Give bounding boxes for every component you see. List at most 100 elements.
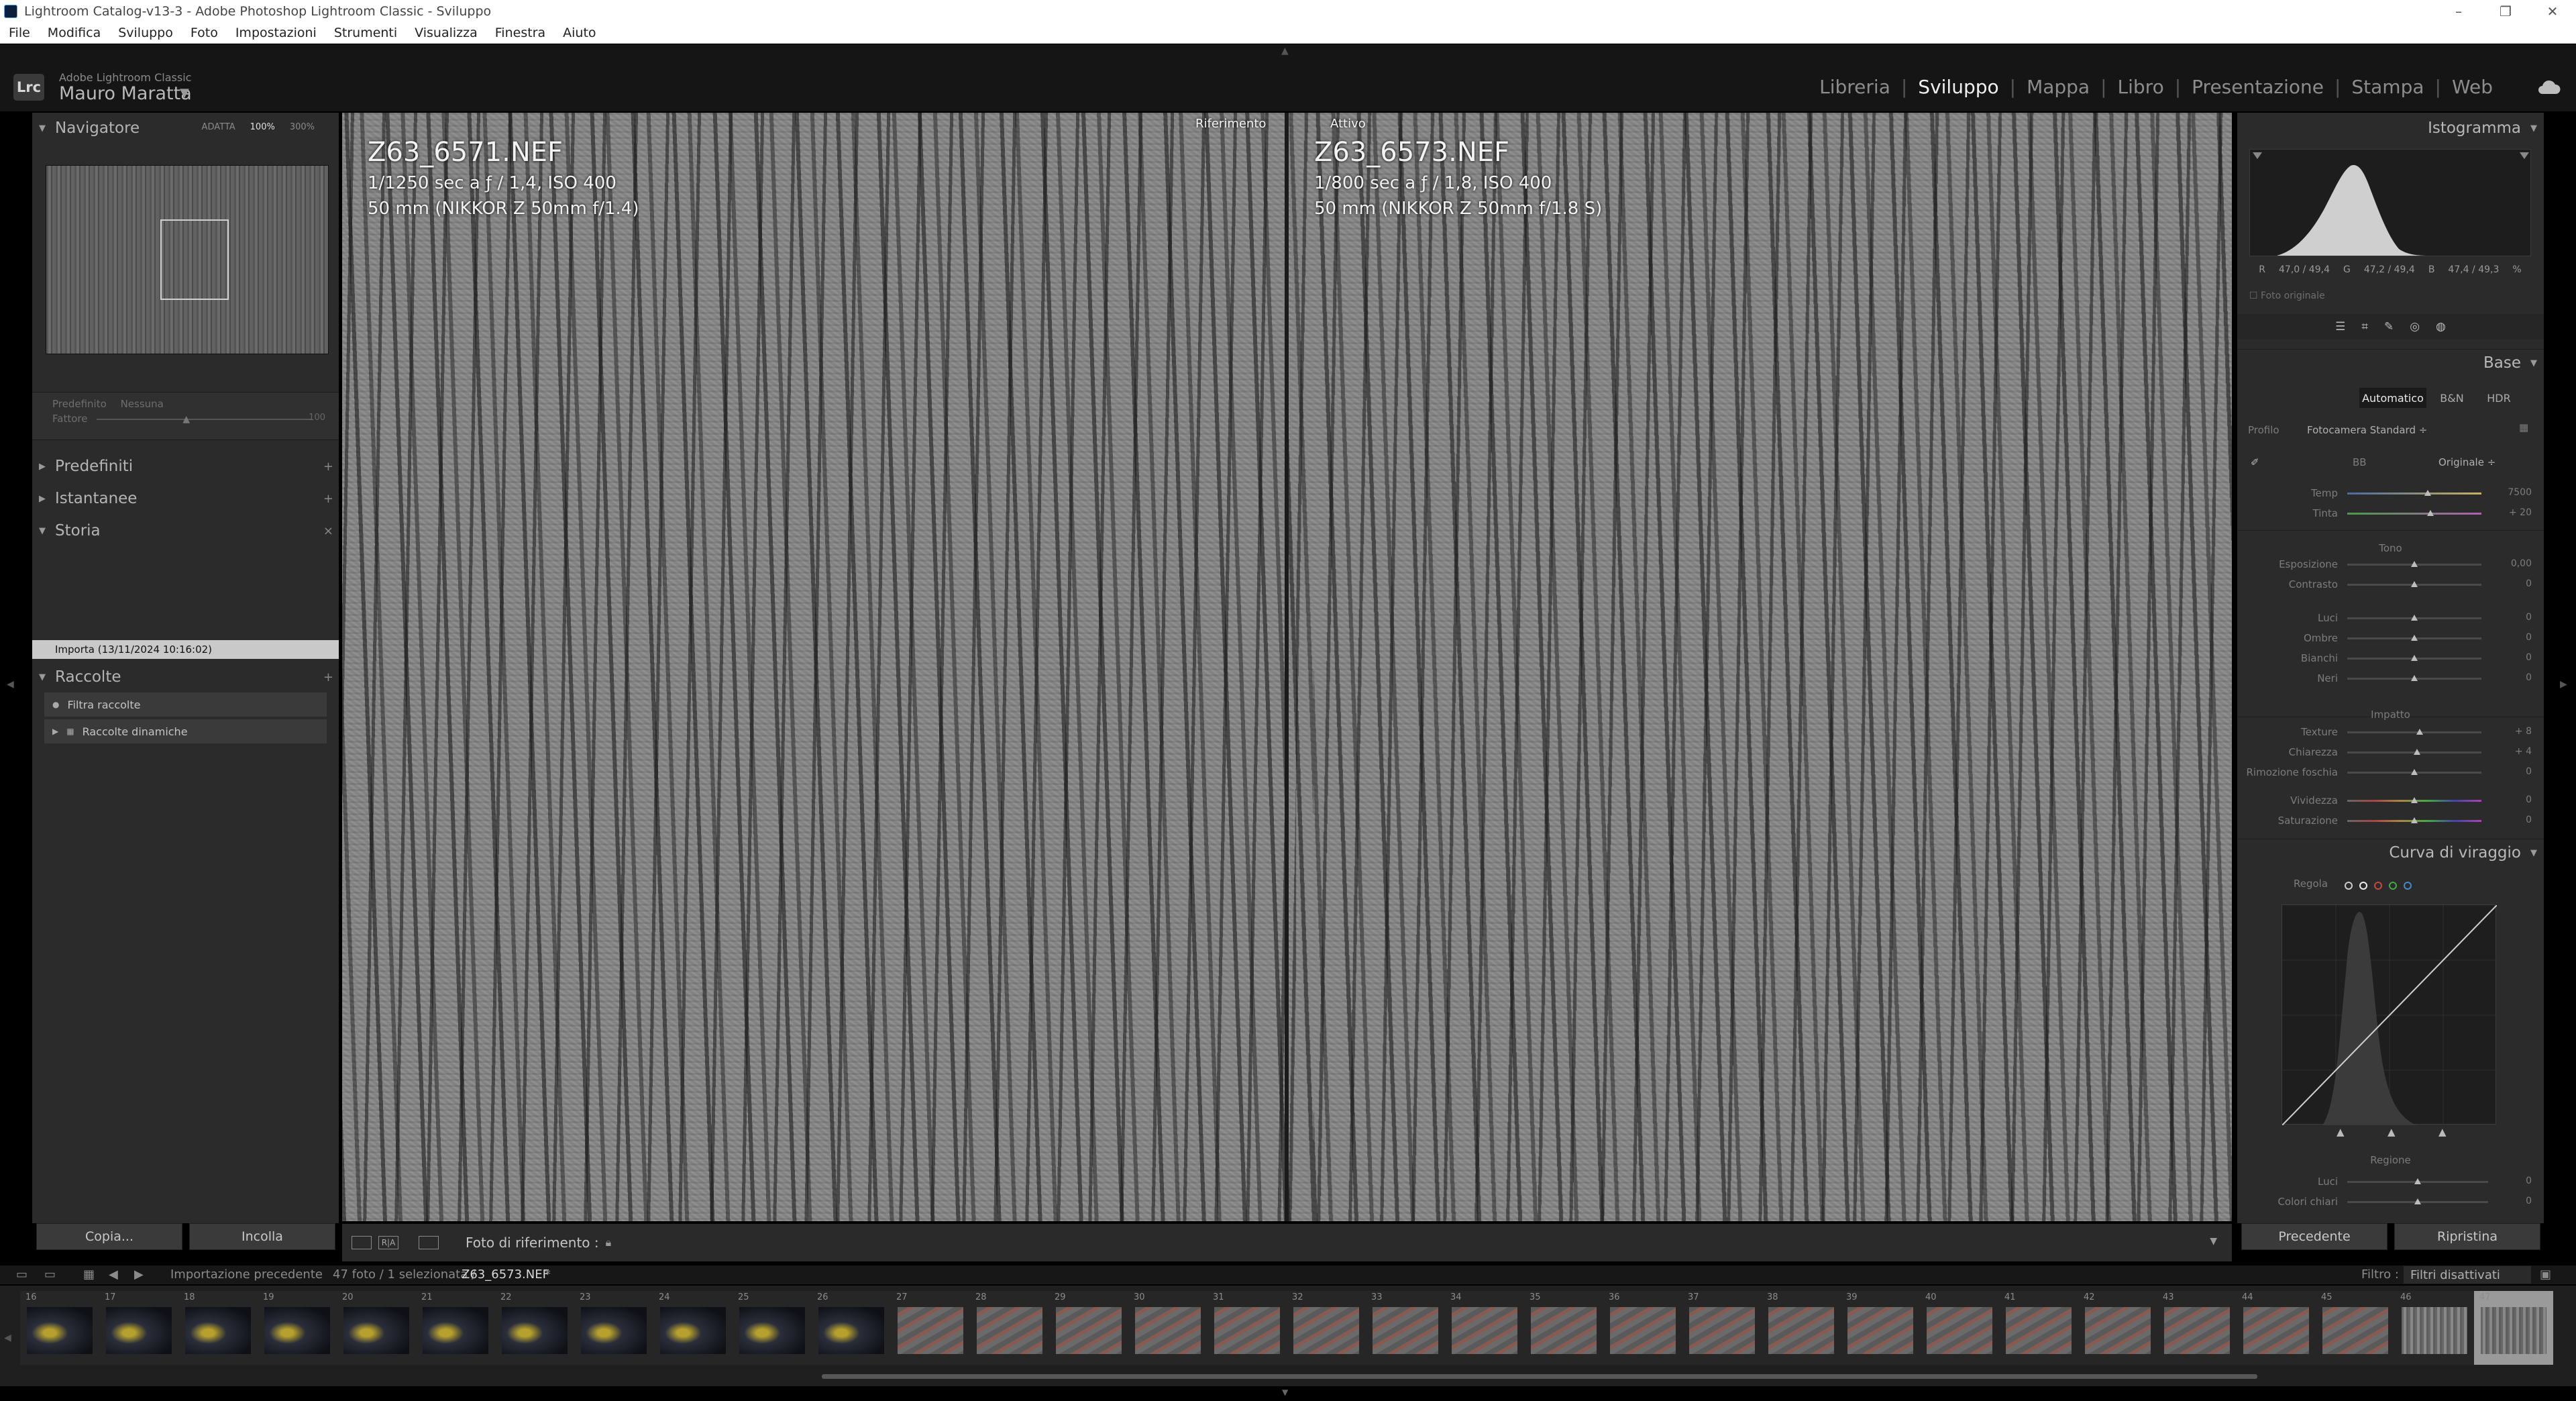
filmstrip-cell[interactable]: 42: [2078, 1291, 2157, 1365]
filmstrip-thumbnail[interactable]: [2322, 1307, 2388, 1354]
filmstrip-thumbnail[interactable]: [2006, 1307, 2072, 1354]
filmstrip-cell[interactable]: 40: [1920, 1291, 1999, 1365]
filmstrip-cell[interactable]: 18: [178, 1291, 258, 1365]
basic-header[interactable]: Base ▼: [2483, 354, 2537, 372]
clear-history-icon[interactable]: ×: [323, 524, 333, 538]
filmstrip-cell[interactable]: 45: [2316, 1291, 2395, 1365]
menu-strumenti[interactable]: Strumenti: [325, 25, 406, 40]
filmstrip-cell[interactable]: 17: [99, 1291, 178, 1365]
filmstrip-cell[interactable]: 31: [1208, 1291, 1287, 1365]
wb-dropdown[interactable]: Originale ÷: [2438, 456, 2496, 468]
highlights-value[interactable]: 0: [2526, 612, 2532, 623]
filmstrip-cell[interactable]: 46: [2395, 1291, 2474, 1365]
module-libro[interactable]: Libro: [2107, 76, 2175, 98]
treatment-bw[interactable]: B&N: [2432, 388, 2472, 408]
module-mappa[interactable]: Mappa: [2016, 76, 2100, 98]
clarity-value[interactable]: + 4: [2515, 746, 2532, 757]
tint-value[interactable]: + 20: [2509, 507, 2532, 518]
identity-user[interactable]: Mauro Maratta: [59, 83, 192, 104]
treatment-auto[interactable]: Automatico: [2359, 388, 2426, 408]
shadows-value[interactable]: 0: [2526, 632, 2532, 643]
filmstrip-cell[interactable]: 16: [20, 1291, 99, 1365]
smart-collections-row[interactable]: ▶ ▦ Raccolte dinamiche: [44, 719, 327, 743]
menu-visualizza[interactable]: Visualizza: [406, 25, 486, 40]
module-sviluppo[interactable]: Sviluppo: [1907, 76, 2009, 98]
close-button[interactable]: ✕: [2529, 0, 2576, 22]
menu-modifica[interactable]: Modifica: [39, 25, 109, 40]
region-lightcolors-value[interactable]: 0: [2526, 1196, 2532, 1206]
menu-impostazioni[interactable]: Impostazioni: [227, 25, 325, 40]
add-snapshot-icon[interactable]: +: [323, 492, 333, 506]
curve-red-channel-icon[interactable]: [2374, 882, 2382, 890]
zoom-300[interactable]: 300%: [290, 122, 315, 132]
highlights-slider-thumb[interactable]: [2411, 615, 2418, 621]
filmstrip-thumbnail[interactable]: [1847, 1307, 1913, 1354]
edit-sliders-icon[interactable]: ☰: [2335, 320, 2345, 333]
history-item[interactable]: Importa (13/11/2024 10:16:02): [32, 640, 339, 659]
identity-caret-icon[interactable]: ▼: [180, 86, 189, 100]
tint-slider-thumb[interactable]: [2427, 510, 2434, 516]
filmstrip-scrollbar[interactable]: [822, 1374, 2257, 1379]
zoom-100[interactable]: 100%: [250, 122, 275, 132]
active-photo[interactable]: Attivo Z63_6573.NEF 1/800 sec a ƒ / 1,8,…: [1289, 113, 2232, 1221]
filmstrip-thumbnail[interactable]: [977, 1307, 1042, 1354]
filmstrip-cell[interactable]: 21: [416, 1291, 495, 1365]
contrast-value[interactable]: 0: [2526, 578, 2532, 589]
module-libreria[interactable]: Libreria: [1809, 76, 1901, 98]
paste-settings-button[interactable]: Incolla: [189, 1223, 335, 1250]
preset-amount-thumb[interactable]: ▲: [182, 414, 190, 425]
region-lights-value[interactable]: 0: [2526, 1176, 2532, 1186]
filmstrip-cell[interactable]: 37: [1682, 1291, 1762, 1365]
filmstrip-thumbnail[interactable]: [898, 1307, 963, 1354]
filmstrip-cell[interactable]: 19: [258, 1291, 337, 1365]
filmstrip-thumbnail[interactable]: [1927, 1307, 1992, 1354]
filmstrip-thumbnail[interactable]: [1056, 1307, 1122, 1354]
filmstrip-cell[interactable]: 38: [1762, 1291, 1841, 1365]
whites-value[interactable]: 0: [2526, 652, 2532, 663]
view-mode-icon[interactable]: ▭: [16, 1267, 28, 1282]
filmstrip-cell[interactable]: 39: [1841, 1291, 1920, 1365]
filmstrip-source[interactable]: Importazione precedente: [170, 1267, 323, 1282]
dehaze-value[interactable]: 0: [2526, 766, 2532, 777]
texture-slider[interactable]: [2347, 731, 2481, 733]
grid-icon[interactable]: ▦: [83, 1267, 95, 1282]
filmstrip-cell[interactable]: 32: [1287, 1291, 1366, 1365]
filmstrip-thumbnail[interactable]: [423, 1307, 488, 1354]
filmstrip-thumbnail[interactable]: [1373, 1307, 1438, 1354]
wb-eyedropper-icon[interactable]: ✐: [2251, 456, 2259, 468]
tone-curve-graph[interactable]: [2282, 904, 2498, 1126]
filmstrip-thumbnail[interactable]: [2402, 1307, 2467, 1354]
filmstrip-thumbnail[interactable]: [27, 1307, 93, 1354]
menu-sviluppo[interactable]: Sviluppo: [109, 25, 182, 40]
navigator-preview[interactable]: [46, 165, 329, 354]
filmstrip-thumbnail[interactable]: [1610, 1307, 1676, 1354]
filmstrip-cell[interactable]: 30: [1128, 1291, 1208, 1365]
original-photo-toggle[interactable]: ☐ Foto originale: [2249, 291, 2325, 301]
vibrance-value[interactable]: 0: [2526, 794, 2532, 805]
reference-photo[interactable]: Riferimento Z63_6571.NEF 1/1250 sec a ƒ …: [342, 113, 1285, 1221]
right-panel-toggle-icon[interactable]: ▶: [2560, 679, 2567, 690]
module-stampa[interactable]: Stampa: [2341, 76, 2434, 98]
contrast-slider-thumb[interactable]: [2411, 581, 2418, 587]
crop-icon[interactable]: ⌗: [2361, 320, 2368, 333]
curve-point-icon[interactable]: [2359, 882, 2367, 890]
heal-icon[interactable]: ✎: [2384, 320, 2394, 333]
cloud-sync-icon[interactable]: [2537, 79, 2561, 95]
vibrance-slider-thumb[interactable]: [2411, 797, 2418, 803]
tone-curve-header[interactable]: Curva di viraggio ▼: [2389, 844, 2537, 862]
filmstrip-cell[interactable]: 28: [970, 1291, 1049, 1365]
texture-value[interactable]: + 8: [2515, 726, 2532, 737]
menu-foto[interactable]: Foto: [182, 25, 227, 40]
filter-lock-icon[interactable]: ▣: [2540, 1267, 2551, 1282]
menu-aiuto[interactable]: Aiuto: [554, 25, 604, 40]
masking-icon[interactable]: ◍: [2436, 320, 2446, 333]
redeye-icon[interactable]: ◎: [2410, 320, 2420, 333]
maximize-button[interactable]: ❐: [2482, 0, 2529, 22]
filmstrip-thumbnail[interactable]: [502, 1307, 568, 1354]
second-window-icon[interactable]: ▭: [44, 1267, 56, 1282]
filmstrip-thumbnail[interactable]: [1135, 1307, 1201, 1354]
filmstrip-thumbnail[interactable]: [2085, 1307, 2151, 1354]
nav-back-icon[interactable]: ◀: [109, 1267, 118, 1282]
loupe-view-icon[interactable]: [352, 1236, 372, 1249]
filmstrip-thumbnail[interactable]: [2164, 1307, 2230, 1354]
